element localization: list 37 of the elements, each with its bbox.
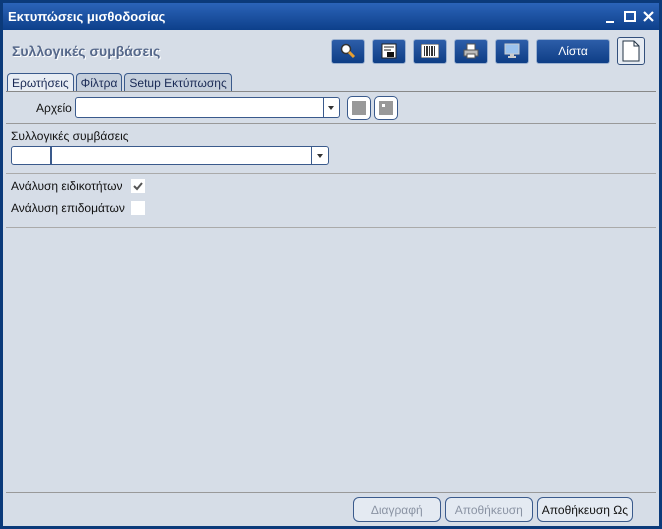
window-title: Εκτυπώσεις μισθοδοσίας [8,8,166,26]
close-icon [642,11,654,22]
agreement-select[interactable] [51,146,329,165]
toolbar-button[interactable] [454,38,488,64]
option-label: Ανάλυση επιδομάτων [11,200,126,217]
toolbar-button[interactable] [331,38,365,64]
file-button[interactable] [346,96,371,120]
barcode-icon [421,44,439,58]
code-field[interactable] [11,146,51,165]
tab[interactable]: Φίλτρα [76,73,122,91]
field-label: Συλλογικές συμβάσεις [11,128,130,145]
checkbox[interactable] [131,201,145,215]
window-icon [378,100,393,114]
list-button[interactable]: Λίστα [536,38,610,64]
toolbar-button[interactable] [495,38,529,64]
file-select[interactable] [74,97,340,118]
document-button[interactable] [617,37,645,65]
monitor-icon [504,43,520,59]
document-icon [621,40,641,62]
checkbox[interactable] [131,179,145,193]
field-label: Αρχείο [36,100,72,116]
page-title: Συλλογικές συμβάσεις [12,42,160,61]
dropdown-caret-icon [317,154,323,158]
search-icon [340,43,356,59]
toolbar-button[interactable] [372,38,406,64]
tab[interactable]: Ερωτήσεις [7,73,74,91]
close-button[interactable] [642,10,654,22]
form-icon [381,43,397,59]
maximize-button[interactable] [624,11,636,22]
dropdown-caret-icon [328,106,334,110]
printer-icon [463,43,479,59]
check-icon [133,182,143,190]
footer-button[interactable]: Αποθήκευση Ως [536,497,633,522]
toolbar-button[interactable] [413,38,447,64]
option-label: Ανάλυση ειδικοτήτων [11,178,124,195]
file-button[interactable] [374,96,398,120]
tab[interactable]: Setup Εκτύπωσης [124,73,232,91]
